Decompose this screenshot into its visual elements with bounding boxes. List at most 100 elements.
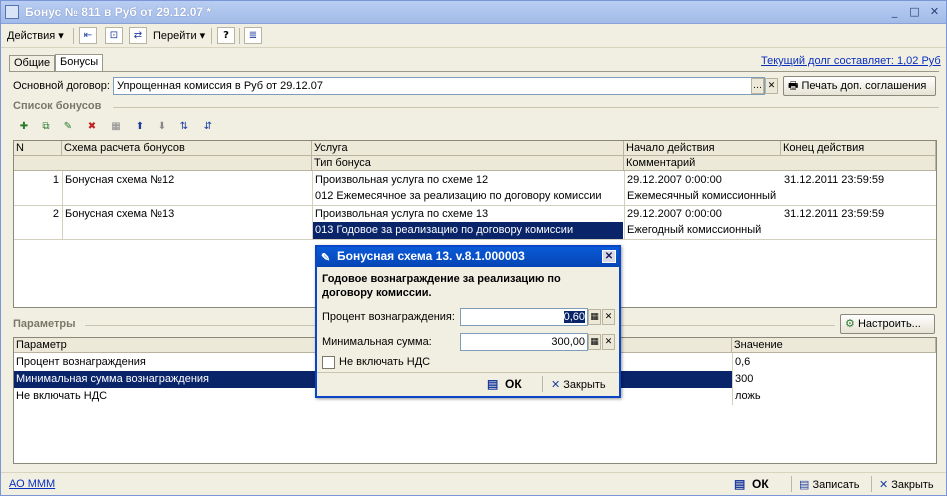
bonus-scheme-dialog: ✎ Бонусная схема 13. v.8.1.000003 ✕ Годо…	[315, 245, 621, 398]
row-start: 29.12.2007 0:00:00	[627, 174, 722, 186]
current-debt-link[interactable]: Текущий долг составляет: 1,02 Руб	[761, 55, 941, 67]
toolbar-separator	[73, 28, 74, 44]
row-comment: Ежегодный комиссионный	[627, 224, 762, 236]
dialog-ok-button[interactable]: ▤ ОК	[487, 377, 522, 391]
add-row-icon[interactable]: ✚	[15, 119, 33, 136]
toolbar-separator	[211, 28, 212, 44]
bonus-list-title: Список бонусов	[13, 100, 102, 112]
min-sum-input[interactable]: 300,00	[460, 333, 588, 351]
toolbar-separator	[542, 376, 543, 392]
actions-menu[interactable]: Действия ▾	[7, 28, 64, 44]
footer-close-button[interactable]: ✕ Закрыть	[879, 478, 934, 491]
maximize-button[interactable]: □	[906, 4, 923, 20]
organization-link[interactable]: АО МММ	[9, 478, 55, 490]
percent-input[interactable]: 0,60	[460, 308, 588, 326]
save-close-icon: ▤	[734, 477, 746, 491]
help-icon[interactable]: ?	[217, 27, 235, 44]
dialog-heading: Годовое вознаграждение за реализацию по …	[322, 273, 561, 299]
row-comment: Ежемесячный комиссионный	[627, 190, 777, 202]
close-icon: ✕	[551, 379, 561, 391]
configure-icon: ⚙	[845, 318, 855, 330]
edit-row-icon[interactable]: ✎	[59, 119, 77, 136]
refresh-icon[interactable]: ⇄	[129, 27, 147, 44]
param-value: ложь	[735, 390, 761, 402]
column-header-n[interactable]: N	[14, 141, 62, 156]
copy-row-icon[interactable]: ⧉	[37, 119, 55, 136]
configure-label: Настроить...	[857, 318, 921, 330]
contract-field[interactable]: Упрощенная комиссия в Руб от 29.12.07	[113, 77, 765, 95]
dialog-close-button[interactable]: ✕ Закрыть	[551, 378, 606, 391]
close-window-button[interactable]: ✕	[926, 4, 943, 20]
tab-bonuses[interactable]: Бонусы	[55, 54, 104, 71]
minimize-button[interactable]: _	[886, 4, 903, 20]
bottom-bar: АО МММ ▤ ОК ▤ Записать ✕ Закрыть	[1, 472, 946, 495]
row-service: Произвольная услуга по схеме 13	[315, 208, 489, 220]
print-agreement-button[interactable]: 🖶 Печать доп. соглашения	[783, 76, 936, 96]
goto-menu-label: Перейти	[153, 30, 197, 42]
select-contract-button[interactable]: …	[751, 78, 764, 94]
param-value: 0,6	[735, 356, 751, 368]
min-sum-label: Минимальная сумма:	[322, 336, 432, 348]
column-header-comment[interactable]: Комментарий	[624, 156, 936, 171]
param-value: 300	[735, 373, 754, 385]
dialog-divider	[317, 372, 619, 373]
toolbar-separator	[871, 476, 872, 492]
window-title: Бонус № 811 в Руб от 29.12.07 *	[25, 5, 212, 19]
column-header-bonus-type[interactable]: Тип бонуса	[312, 156, 624, 171]
calculator-icon[interactable]: ▦	[588, 334, 601, 350]
column-header-end[interactable]: Конец действия	[781, 141, 936, 156]
delete-row-icon[interactable]: ✖	[83, 119, 101, 136]
dialog-close-label: Закрыть	[563, 379, 606, 391]
actions-menu-label: Действия	[7, 30, 56, 42]
main-window: Бонус № 811 в Руб от 29.12.07 * _ □ ✕ Де…	[0, 0, 947, 496]
dialog-ok-label: ОК	[505, 377, 522, 391]
goto-menu[interactable]: Перейти ▾	[153, 28, 205, 44]
clear-percent-button[interactable]: ✕	[602, 309, 615, 325]
sort-ascending-icon[interactable]: ⇅	[175, 119, 193, 136]
save-close-icon: ▤	[487, 377, 499, 391]
row-scheme: Бонусная схема №12	[65, 174, 175, 186]
footer-save-label: Записать	[812, 479, 860, 491]
calculator-icon[interactable]: ▦	[588, 309, 601, 325]
dialog-title: Бонусная схема 13. v.8.1.000003	[337, 249, 525, 263]
floppy-icon: ▤	[799, 479, 810, 491]
sort-descending-icon[interactable]: ⇵	[199, 119, 217, 136]
column-header-value[interactable]: Значение	[732, 338, 936, 353]
exclude-vat-label: Не включать НДС	[339, 356, 431, 368]
structure-icon[interactable]: ⊡	[105, 27, 123, 44]
exclude-vat-checkbox[interactable]	[322, 356, 335, 369]
list-icon[interactable]: ≣	[244, 27, 262, 44]
close-icon: ✕	[879, 479, 889, 491]
move-up-icon[interactable]: ⬆	[131, 119, 149, 136]
percent-label: Процент вознаграждения:	[322, 311, 455, 323]
row-number: 1	[52, 174, 59, 186]
footer-close-label: Закрыть	[891, 479, 934, 491]
clear-min-sum-button[interactable]: ✕	[602, 334, 615, 350]
percent-value: 0,60	[563, 311, 585, 323]
dialog-close-icon[interactable]: ✕	[602, 250, 616, 263]
column-header-service[interactable]: Услуга	[312, 141, 624, 156]
footer-save-button[interactable]: ▤ Записать	[799, 478, 859, 491]
row-number: 2	[52, 208, 59, 220]
dialog-icon: ✎	[321, 252, 331, 264]
footer-ok-button[interactable]: ▤ ОК	[734, 477, 769, 491]
title-bar: Бонус № 811 в Руб от 29.12.07 * _ □ ✕	[1, 1, 946, 24]
clear-contract-button[interactable]: ✕	[765, 78, 778, 94]
row-end: 31.12.2011 23:59:59	[784, 174, 885, 186]
toolbar-separator	[239, 28, 240, 44]
end-edit-icon[interactable]: ▦	[107, 119, 125, 136]
toolbar-separator	[791, 476, 792, 492]
row-end: 31.12.2011 23:59:59	[784, 208, 885, 220]
move-down-icon[interactable]: ⬇	[153, 119, 171, 136]
back-arrow-icon[interactable]: ⇤	[79, 27, 97, 44]
column-header-scheme[interactable]: Схема расчета бонусов	[62, 141, 312, 156]
grid-line	[14, 239, 936, 240]
configure-button[interactable]: ⚙ Настроить...	[840, 314, 935, 334]
contract-label: Основной договор:	[13, 80, 110, 92]
row-service: Произвольная услуга по схеме 12	[315, 174, 489, 186]
printer-icon: 🖶	[788, 80, 799, 92]
row-bonus-type-selected[interactable]: 013 Годовое за реализацию по договору ко…	[313, 222, 623, 239]
column-header-start[interactable]: Начало действия	[624, 141, 781, 156]
params-title: Параметры	[13, 318, 76, 330]
tab-general[interactable]: Общие	[9, 55, 56, 71]
